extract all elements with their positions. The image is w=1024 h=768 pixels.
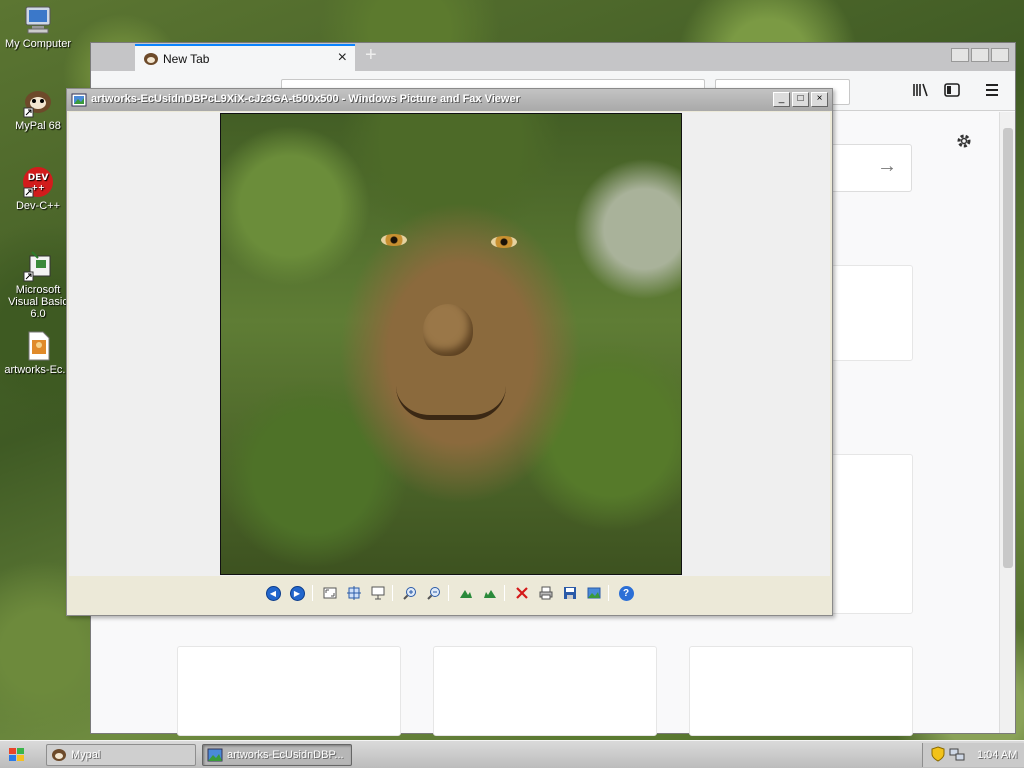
delete-button[interactable]: [512, 583, 532, 603]
taskbar-item-label: artworks-EcUsidnDBP...: [227, 749, 344, 761]
zoom-out-button[interactable]: [424, 583, 444, 603]
previous-icon: ◀: [265, 585, 281, 601]
tree-nose: [423, 304, 473, 356]
browser-close-button[interactable]: [991, 48, 1009, 62]
picture-viewer-window: artworks-EcUsidnDBPcL9XiX-cJz3GA-t500x50…: [66, 88, 833, 616]
edit-icon: [587, 587, 601, 599]
toolbar-separator: [392, 585, 393, 601]
mypal-icon: [22, 86, 54, 118]
taskbar: Mypal artworks-EcUsidnDBP... 1:04 AM: [0, 740, 1024, 768]
tab-close-button[interactable]: ×: [338, 49, 347, 67]
tab-new-tab[interactable]: New Tab ×: [135, 44, 355, 71]
menu-icon[interactable]: [983, 81, 1001, 99]
viewer-toolbar: ◀ ▶ ?: [67, 583, 832, 607]
edit-button[interactable]: [584, 583, 604, 603]
next-image-button[interactable]: ▶: [287, 583, 307, 603]
top-site-tile[interactable]: [433, 646, 657, 736]
top-site-tile[interactable]: [689, 646, 913, 736]
browser-scrollbar[interactable]: [999, 112, 1015, 733]
help-button[interactable]: ?: [616, 583, 636, 603]
previous-image-button[interactable]: ◀: [263, 583, 283, 603]
best-fit-button[interactable]: [320, 583, 340, 603]
start-button[interactable]: [2, 744, 32, 766]
toolbar-separator: [608, 585, 609, 601]
sidebar-icon[interactable]: [943, 81, 961, 99]
browser-tab-bar: New Tab × +: [91, 43, 1015, 71]
mypal-favicon-icon: [143, 52, 159, 66]
viewer-close-button[interactable]: ×: [811, 92, 828, 107]
scrollbar-thumb[interactable]: [1003, 128, 1013, 568]
desktop-icon-my-computer[interactable]: My Computer: [0, 4, 76, 50]
system-tray: 1:04 AM: [922, 743, 1024, 767]
taskbar-item-picture-viewer[interactable]: artworks-EcUsidnDBP...: [202, 744, 352, 766]
desktop-icon-artworks-file[interactable]: artworks-Ec...: [0, 330, 76, 376]
toolbar-separator: [312, 585, 313, 601]
clock[interactable]: 1:04 AM: [977, 749, 1017, 761]
toolbar-separator: [448, 585, 449, 601]
toolbar-separator: [504, 585, 505, 601]
network-icon[interactable]: [949, 746, 965, 765]
svg-text:DEV: DEV: [28, 173, 49, 183]
zoom-out-icon: [427, 587, 440, 600]
visual-basic-icon: [22, 250, 54, 282]
save-button[interactable]: [560, 583, 580, 603]
top-site-tile[interactable]: [831, 265, 913, 361]
tree-left-eye: [381, 234, 407, 246]
delete-icon: [516, 587, 528, 599]
desktop-icon-label: artworks-Ec...: [4, 364, 72, 376]
next-icon: ▶: [289, 585, 305, 601]
tree-right-eye: [491, 236, 517, 248]
desktop-icon-label: My Computer: [4, 38, 72, 50]
desktop-icon-devcpp[interactable]: DEV ++ Dev-C++: [0, 166, 76, 212]
top-site-tile[interactable]: [177, 646, 401, 736]
best-fit-icon: [323, 587, 337, 599]
desktop-icon-label: Dev-C++: [15, 200, 61, 212]
displayed-image: [220, 113, 682, 575]
picture-viewer-icon: [207, 748, 223, 762]
desktop-icon-mypal[interactable]: MyPal 68: [0, 86, 76, 132]
rotate-clockwise-button[interactable]: [456, 583, 476, 603]
mypal-icon: [52, 749, 66, 761]
new-tab-button[interactable]: +: [365, 44, 377, 67]
taskbar-item-mypal[interactable]: Mypal: [46, 744, 196, 766]
viewer-canvas: [69, 112, 830, 576]
go-arrow-icon[interactable]: →: [877, 155, 897, 178]
browser-maximize-button[interactable]: [971, 48, 989, 62]
save-icon: [564, 587, 576, 599]
image-file-icon: [22, 330, 54, 362]
viewer-minimize-button[interactable]: _: [773, 92, 790, 107]
library-icon[interactable]: [911, 81, 929, 99]
picture-viewer-icon: [71, 92, 87, 108]
zoom-in-icon: [403, 587, 416, 600]
rotate-counterclockwise-button[interactable]: [480, 583, 500, 603]
viewer-title-bar[interactable]: artworks-EcUsidnDBPcL9XiX-cJz3GA-t500x50…: [67, 89, 832, 111]
windows-logo-icon: [9, 748, 24, 761]
actual-size-button[interactable]: [344, 583, 364, 603]
viewer-title: artworks-EcUsidnDBPcL9XiX-cJz3GA-t500x50…: [91, 93, 520, 105]
rotate-clockwise-icon: [460, 590, 472, 598]
viewer-maximize-button[interactable]: □: [792, 92, 809, 107]
tab-title: New Tab: [163, 52, 210, 66]
desktop-icon-label: Microsoft Visual Basic 6.0: [8, 284, 68, 320]
slideshow-button[interactable]: [368, 583, 388, 603]
zoom-in-button[interactable]: [400, 583, 420, 603]
devcpp-icon: DEV ++: [22, 166, 54, 198]
taskbar-item-label: Mypal: [71, 749, 101, 761]
print-button[interactable]: [536, 583, 556, 603]
desktop-icon-visual-basic[interactable]: Microsoft Visual Basic 6.0: [0, 250, 76, 320]
search-go-box[interactable]: →: [826, 144, 912, 192]
computer-icon: [22, 4, 54, 36]
actual-size-icon: [347, 586, 361, 600]
top-site-tile[interactable]: [831, 454, 913, 614]
slideshow-icon: [371, 586, 385, 600]
rotate-counterclockwise-icon: [484, 590, 496, 598]
settings-gear-icon[interactable]: [955, 132, 973, 153]
browser-minimize-button[interactable]: [951, 48, 969, 62]
desktop-icon-label: MyPal 68: [15, 120, 61, 132]
security-shield-icon[interactable]: [931, 745, 945, 765]
print-icon: [539, 586, 553, 600]
help-icon: ?: [618, 585, 634, 601]
tree-mouth: [396, 386, 506, 420]
